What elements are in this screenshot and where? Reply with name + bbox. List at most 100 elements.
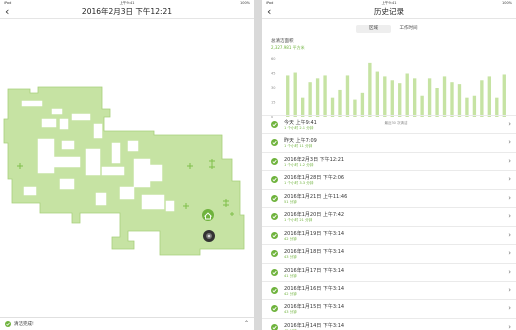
chevron-right-icon: › (508, 156, 511, 165)
chart-bar (435, 88, 439, 117)
chart-bar (383, 76, 387, 117)
map-obstacle (141, 194, 165, 210)
chevron-right-icon: › (508, 230, 511, 239)
chart-bar (420, 95, 424, 117)
map-obstacle (165, 200, 175, 212)
chevron-right-icon: › (508, 212, 511, 221)
robot-icon (203, 230, 215, 242)
history-item-duration: 41 分钟 (284, 273, 297, 278)
chart-bar (427, 78, 432, 117)
map-obstacle (61, 140, 75, 150)
map-obstacle (127, 140, 139, 152)
page-title: 2016年2月3日 下午12:21 (81, 7, 173, 16)
tab-area[interactable]: 区域 (356, 25, 391, 33)
map-obstacle (51, 108, 63, 115)
history-item-duration: 51 分钟 (284, 199, 297, 204)
chevron-right-icon: › (508, 193, 511, 202)
history-item-duration: 1 个小时 3.3 分钟 (284, 181, 314, 186)
history-item-duration: 1 个小时 1.2 分钟 (284, 162, 314, 167)
chevron-right-icon: › (508, 249, 511, 258)
history-list-item[interactable]: 今天 上午9:41 1 个小时 2.1 分钟 › (262, 115, 516, 133)
map-obstacle (71, 113, 91, 121)
tab-work-time[interactable]: 工作时间 (391, 25, 426, 33)
map-obstacle (133, 158, 151, 188)
map-screen: iPad 上午9:41 100% ‹ 2016年2月3日 下午12:21 清洁完… (0, 0, 254, 330)
chart-bar (502, 74, 506, 117)
chart-bar (345, 75, 350, 117)
chart-bar (390, 80, 394, 117)
clean-complete-message: 清洁完成! (14, 322, 34, 327)
check-icon (271, 139, 278, 147)
check-icon (5, 321, 11, 327)
chart-bar (480, 80, 484, 117)
home-dock-icon (202, 209, 214, 221)
y-tick-label: 45 (271, 72, 275, 76)
check-icon (271, 286, 278, 294)
y-tick-label: 15 (271, 101, 275, 105)
history-item-title: 2016年1月14日 下午3:14 (284, 322, 345, 329)
status-bottom-bar[interactable]: 清洁完成! ⌃ (0, 317, 254, 330)
segmented-control: 区域 工作时间 (356, 25, 426, 33)
history-list: 今天 上午9:41 1 个小时 2.1 分钟 › 昨天 上午7:09 1 个小时 11 … (262, 115, 516, 330)
history-list-item[interactable]: 昨天 上午7:09 1 个小时 11 分钟 › (262, 133, 516, 151)
chevron-right-icon: › (508, 322, 511, 330)
history-list-item[interactable]: 2016年1月16日 下午3:14 42 分钟 › (262, 280, 516, 299)
chart-bar (315, 78, 320, 117)
chart-bar (368, 62, 372, 117)
check-icon (271, 194, 278, 202)
chevron-right-icon: › (508, 175, 511, 184)
map-obstacle (101, 166, 125, 176)
history-list-item[interactable]: 2016年1月18日 下午3:14 43 分钟 › (262, 244, 516, 262)
cleaning-map[interactable] (0, 19, 254, 315)
history-list-item[interactable]: 2016年1月19日 下午3:14 42 分钟 › (262, 225, 516, 244)
chart-bar (487, 76, 492, 117)
y-tick-label: 30 (271, 86, 275, 90)
history-item-duration: 1 个小时 11 分钟 (284, 144, 313, 149)
y-tick-label: 60 (271, 57, 275, 61)
chart-bar (323, 75, 327, 117)
history-list-item[interactable]: 2016年1月15日 下午3:14 43 分钟 › (262, 299, 516, 317)
history-list-item[interactable]: 2016年1月14日 下午3:1442 分钟› (262, 317, 516, 330)
history-navbar: ‹ 历史记录 (262, 5, 516, 19)
map-obstacle (149, 164, 163, 182)
history-item-duration: 42 分钟 (284, 291, 297, 296)
map-obstacle (119, 186, 135, 200)
chart-bar (472, 95, 477, 117)
map-obstacle (95, 192, 107, 206)
check-icon (271, 176, 278, 184)
chart-bar (308, 82, 312, 117)
check-icon (271, 305, 278, 313)
chart-bar (286, 75, 290, 117)
map-obstacle (59, 178, 75, 190)
total-area-value: 2,327.981 平方米 (271, 45, 305, 50)
chart-bar (405, 73, 409, 117)
history-item-title: 2016年1月19日 下午3:14 (284, 230, 345, 237)
chevron-up-icon[interactable]: ⌃ (244, 320, 249, 327)
history-summary: 区域 工作时间 总清洁面积 2,327.981 平方米 60 45 30 15 0 最近3… (262, 19, 516, 125)
map-obstacle (93, 123, 103, 139)
history-list-item[interactable]: 2016年1月28日 下午2:06 1 个小时 3.3 分钟 › (262, 170, 516, 188)
chart-bar (360, 92, 365, 117)
check-icon (271, 231, 278, 239)
history-item-duration: 43 分钟 (284, 310, 297, 315)
history-item-title: 2016年1月21日 上午11:46 (284, 193, 348, 200)
history-list-item[interactable]: 2016年1月20日 上午7:42 1 个小时 21 分钟 › (262, 207, 516, 225)
total-area-label: 总清洁面积 (271, 39, 294, 44)
history-item-title: 今天 上午9:41 (284, 120, 317, 126)
map-obstacle (23, 186, 37, 196)
history-list-item[interactable]: 2016年1月21日 上午11:46 51 分钟 › (262, 188, 516, 207)
map-obstacle (21, 100, 43, 107)
check-icon (271, 323, 278, 330)
map-obstacle (41, 118, 57, 128)
chart-bar (398, 83, 402, 117)
map-navbar: ‹ 2016年2月3日 下午12:21 (0, 5, 254, 19)
chart-bar (338, 89, 342, 117)
history-list-item[interactable]: 2016年1月17日 下午3:14 41 分钟 › (262, 262, 516, 281)
history-list-item[interactable]: 2016年2月3日 下午12:21 1 个小时 1.2 分钟 › (262, 151, 516, 170)
chart-bar (375, 71, 380, 117)
history-item-duration: 1 个小时 21 分钟 (284, 218, 313, 223)
chart-bar (450, 82, 454, 117)
check-icon (271, 213, 278, 221)
check-icon (271, 250, 278, 258)
map-obstacle (53, 156, 81, 168)
